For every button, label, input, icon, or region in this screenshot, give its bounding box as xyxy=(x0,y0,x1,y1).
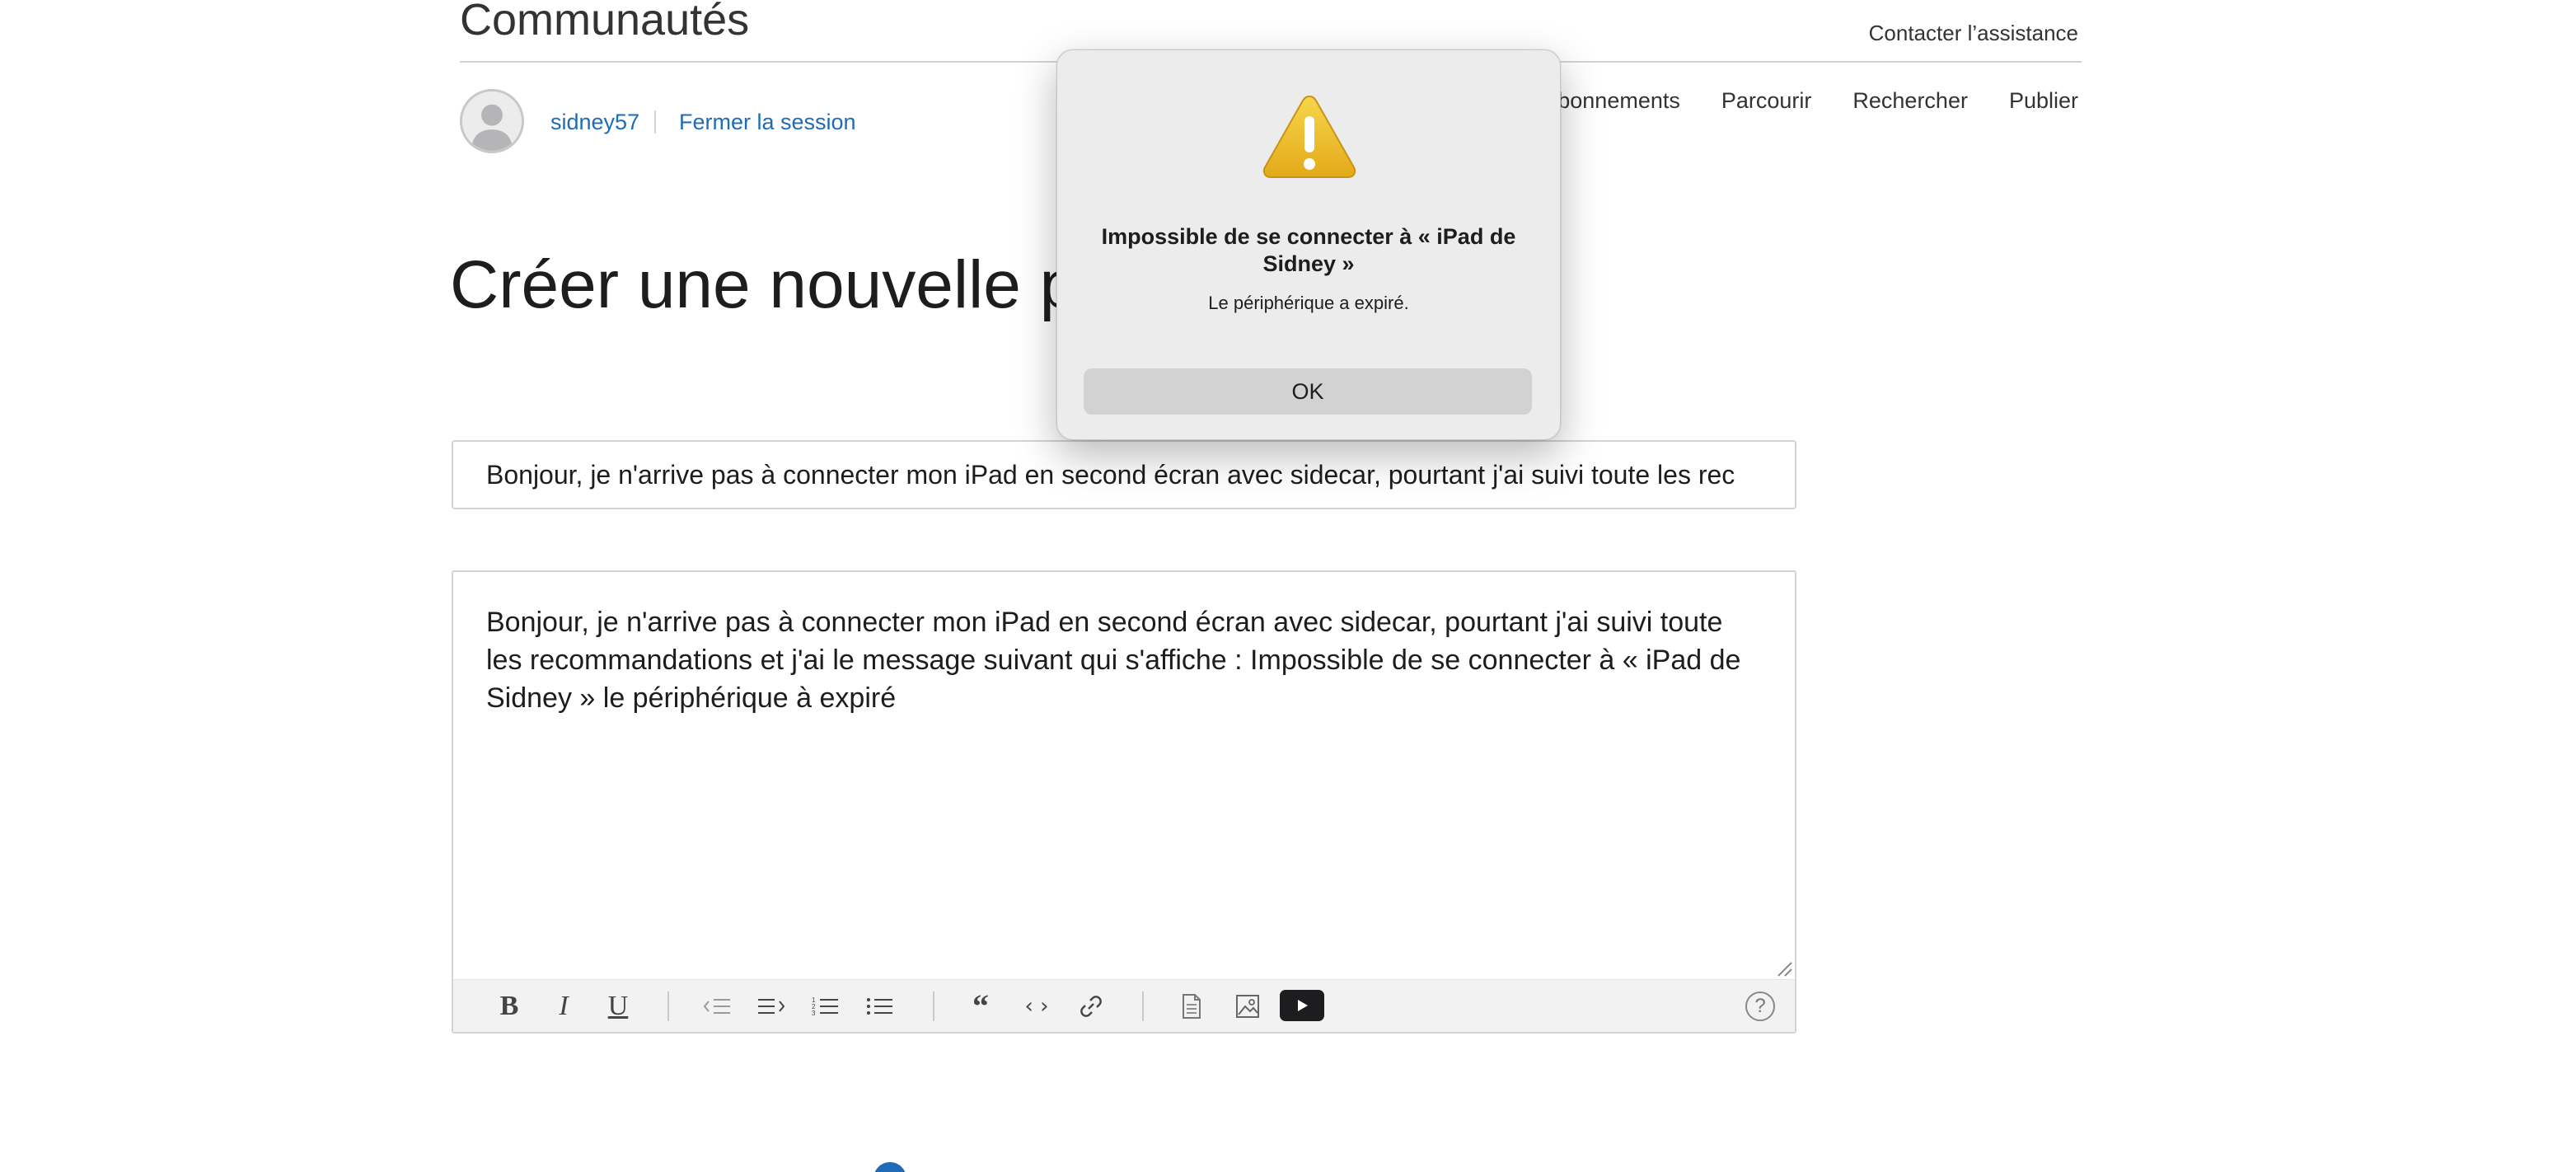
insert-video-button[interactable] xyxy=(1280,990,1324,1021)
underline-button[interactable]: U xyxy=(602,990,635,1023)
ok-button[interactable]: OK xyxy=(1084,368,1532,415)
italic-icon: I xyxy=(559,991,569,1021)
warning-icon xyxy=(1262,95,1356,178)
subject-input[interactable] xyxy=(452,440,1796,509)
indent-button[interactable] xyxy=(755,990,788,1023)
bullet-list-icon xyxy=(867,998,892,1015)
username-link[interactable]: sidney57 xyxy=(550,105,639,138)
link-icon xyxy=(1080,996,1102,1017)
bullet-list-button[interactable] xyxy=(864,990,897,1023)
logout-link[interactable]: Fermer la session xyxy=(679,105,856,138)
outdent-icon xyxy=(703,999,730,1014)
toolbar-separator xyxy=(933,992,934,1021)
message-editor[interactable]: Bonjour, je n'arrive pas à connecter mon… xyxy=(452,570,1796,1034)
toolbar-separator xyxy=(667,992,669,1021)
code-icon: ‹ › xyxy=(1024,994,1049,1019)
bold-button[interactable]: B xyxy=(493,990,526,1023)
contact-support-link[interactable]: Contacter l’assistance xyxy=(1869,16,2078,49)
alert-dialog: Impossible de se connecter à « iPad de S… xyxy=(1056,49,1561,440)
help-button[interactable]: ? xyxy=(1744,990,1777,1023)
play-icon xyxy=(1298,1000,1308,1011)
insert-image-button[interactable] xyxy=(1231,990,1264,1023)
main-nav: s abonnements Parcourir Rechercher Publi… xyxy=(1528,84,2078,117)
underline-icon: U xyxy=(607,991,629,1021)
quote-button[interactable]: “ xyxy=(964,990,997,1023)
editor-content[interactable]: Bonjour, je n'arrive pas à connecter mon… xyxy=(486,603,1762,717)
toolbar-separator xyxy=(1142,992,1144,1021)
outdent-button[interactable] xyxy=(700,990,733,1023)
indent-icon xyxy=(758,999,785,1014)
italic-button[interactable]: I xyxy=(547,990,580,1023)
help-icon: ? xyxy=(1745,992,1775,1021)
svg-text:3: 3 xyxy=(812,1010,816,1017)
nav-item-publish[interactable]: Publier xyxy=(2009,84,2078,117)
image-icon xyxy=(1236,995,1259,1018)
resize-handle-icon[interactable] xyxy=(1775,959,1793,977)
bold-icon: B xyxy=(499,991,519,1021)
quote-icon: “ xyxy=(972,987,989,1024)
link-button[interactable] xyxy=(1075,990,1108,1023)
editor-toolbar: B I U 1 2 3 “ ‹ › ? xyxy=(453,979,1795,1032)
communities-title: Communautés xyxy=(460,0,750,45)
user-separator xyxy=(654,110,656,134)
code-button[interactable]: ‹ › xyxy=(1020,990,1053,1023)
info-badge-icon[interactable] xyxy=(873,1162,906,1172)
page-title: Créer une nouvelle pub xyxy=(450,247,1153,322)
avatar[interactable] xyxy=(460,89,524,153)
user-silhouette-icon xyxy=(462,91,522,151)
attach-file-button[interactable] xyxy=(1175,990,1208,1023)
dialog-message: Le périphérique a expiré. xyxy=(1208,293,1409,313)
nav-item-search[interactable]: Rechercher xyxy=(1852,84,1968,117)
dialog-title: Impossible de se connecter à « iPad de S… xyxy=(1101,224,1516,276)
numbered-list-button[interactable]: 1 2 3 xyxy=(809,990,842,1023)
nav-item-browse[interactable]: Parcourir xyxy=(1721,84,1812,117)
numbered-list-icon: 1 2 3 xyxy=(812,996,838,1017)
document-icon xyxy=(1183,994,1201,1019)
